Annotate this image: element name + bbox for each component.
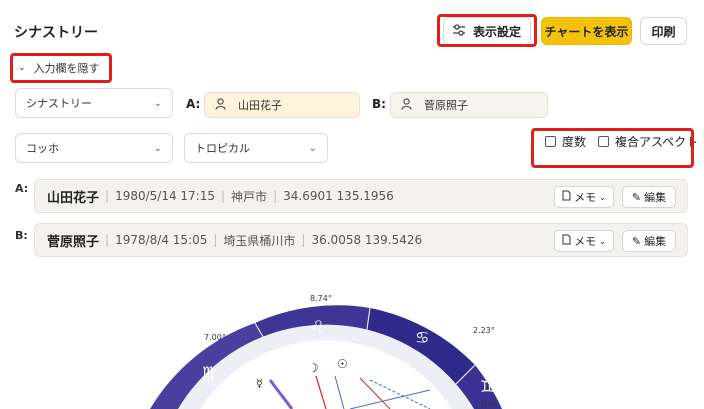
person-icon xyxy=(401,97,412,113)
person-a-field[interactable]: 山田花子 xyxy=(204,92,360,118)
svg-text:☽: ☽ xyxy=(308,361,319,375)
svg-text:♍: ♍ xyxy=(202,363,216,382)
sliders-icon xyxy=(452,23,465,39)
zodiac-value: トロピカル xyxy=(195,142,250,155)
person-b-field[interactable]: 菅原照子 xyxy=(390,92,548,118)
display-settings-button[interactable]: 表示設定 xyxy=(443,17,531,45)
person-a-row: 山田花子 | 1980/5/14 17:15 | 神戸市 | 34.6901 1… xyxy=(34,179,688,213)
person-b-row: 菅原照子 | 1978/8/4 15:05 | 埼玉県桶川市 | 36.0058… xyxy=(34,223,688,257)
chevron-down-icon: ⌄ xyxy=(599,192,606,202)
row-place: 埼玉県桶川市 xyxy=(223,233,296,248)
svg-text:♊: ♊ xyxy=(480,377,494,396)
row-place: 神戸市 xyxy=(231,189,268,204)
composite-aspects-checkbox[interactable]: 複合アスペクト xyxy=(598,133,698,150)
edit-button[interactable]: ✎ 編集 xyxy=(622,230,676,252)
person-a-name: 山田花子 xyxy=(238,99,282,112)
pencil-icon: ✎ xyxy=(631,190,642,204)
row-datetime: 1978/8/4 15:05 xyxy=(115,233,208,247)
row-coords: 36.0058 139.5426 xyxy=(311,233,423,247)
degree-label-right: 2.23° xyxy=(473,326,495,335)
chart-type-select[interactable]: シナストリー ⌄ xyxy=(15,88,173,118)
person-a-label: A: xyxy=(186,97,201,111)
display-settings-label: 表示設定 xyxy=(472,24,521,39)
row-a-label: A: xyxy=(15,182,29,195)
chevron-down-icon: ⌄ xyxy=(18,63,26,73)
svg-text:☉: ☉ xyxy=(337,357,348,371)
chart-type-value: シナストリー xyxy=(26,97,92,110)
composite-aspects-label: 複合アスペクト xyxy=(615,135,699,149)
person-b-name: 菅原照子 xyxy=(424,99,468,112)
row-coords: 34.6901 135.1956 xyxy=(283,189,394,203)
toggle-input-label: 入力欄を隠す xyxy=(33,62,100,75)
svg-text:♋: ♋ xyxy=(415,328,429,347)
synastry-wheel: ♌ ♋ ♍ ♊ ☽ ☉ ☿ xyxy=(130,280,570,409)
svg-text:☿: ☿ xyxy=(256,377,263,390)
edit-button[interactable]: ✎ 編集 xyxy=(622,186,676,208)
pencil-icon: ✎ xyxy=(631,234,642,248)
degrees-checkbox[interactable]: 度数 xyxy=(545,133,586,150)
person-b-label: B: xyxy=(372,97,386,111)
row-name: 菅原照子 xyxy=(47,234,100,250)
row-datetime: 1980/5/14 17:15 xyxy=(115,189,215,203)
zodiac-select[interactable]: トロピカル ⌄ xyxy=(184,133,328,163)
degree-label-top: 8.74° xyxy=(310,294,332,303)
chevron-down-icon: ⌄ xyxy=(308,142,317,154)
degree-label-left: 7.00° xyxy=(204,333,226,342)
svg-text:♌: ♌ xyxy=(310,317,324,336)
checkbox-icon[interactable] xyxy=(598,136,610,147)
show-chart-button[interactable]: チャートを表示 xyxy=(541,17,632,45)
house-system-value: コッホ xyxy=(26,142,59,155)
chevron-down-icon: ⌄ xyxy=(153,97,162,109)
person-icon xyxy=(215,97,226,113)
memo-button[interactable]: メモ ⌄ xyxy=(554,186,614,208)
document-icon xyxy=(562,190,571,204)
options-group: 度数 複合アスペクト xyxy=(533,133,698,150)
dsc-label: DSC xyxy=(481,400,498,409)
house-system-select[interactable]: コッホ ⌄ xyxy=(15,133,173,163)
chevron-down-icon: ⌄ xyxy=(599,236,606,246)
row-name: 山田花子 xyxy=(47,190,100,206)
print-button[interactable]: 印刷 xyxy=(640,17,687,45)
document-icon xyxy=(562,234,571,248)
row-b-label: B: xyxy=(15,229,28,242)
degrees-label: 度数 xyxy=(562,135,587,149)
page-title: シナストリー xyxy=(14,25,98,41)
memo-button[interactable]: メモ ⌄ xyxy=(554,230,614,252)
toggle-input-button[interactable]: ⌄ 入力欄を隠す xyxy=(18,60,100,76)
chevron-down-icon: ⌄ xyxy=(153,142,162,154)
checkbox-icon[interactable] xyxy=(545,136,556,147)
